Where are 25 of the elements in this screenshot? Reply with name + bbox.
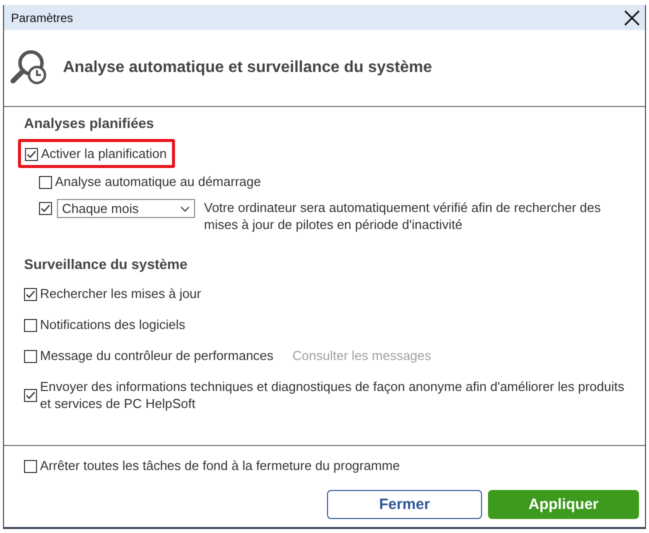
checkbox[interactable] [39,202,52,215]
checkbox-label: Envoyer des informations techniques et diagnostiques de façon anonyme afin d'améliorer les produits et services de PC HelpSoft [40,378,626,412]
checkbox[interactable] [24,389,37,402]
window-title: Paramètres [11,10,74,24]
frequency-dropdown[interactable]: Chaque mois [57,199,195,218]
checkbox[interactable] [25,148,38,160]
checkbox-label: Rechercher les mises à jour [40,285,202,302]
checkbox[interactable] [39,176,52,188]
checkbox[interactable] [24,318,37,332]
checkbox-label: Message du contrôleur de performances [40,347,274,364]
checkbox-label: Activer la planification [41,145,167,162]
checkbox-label: Analyse automatique au démarrage [55,173,261,190]
checkbox-label: Notifications des logiciels [40,316,186,333]
close-icon[interactable] [624,10,640,26]
dialog-heading: Analyse automatique et surveillance du système [63,59,432,77]
section-heading: Analyses planifiées [24,115,155,131]
checkbox[interactable] [24,350,37,362]
checkbox-label: Arrêter toutes les tâches de fond à la fermeture du programme [40,457,400,474]
section-heading: Surveillance du système [24,256,188,272]
checkbox[interactable] [24,288,37,300]
caret-icon [180,206,190,212]
close-button[interactable]: Fermer [327,490,482,519]
checkbox[interactable] [24,460,37,472]
apply-button[interactable]: Appliquer [488,490,639,519]
schedule-description: Votre ordinateur sera automatiquement vérifié afin de rechercher des mises à jour de pilotes en période d'inactivité [204,199,602,233]
